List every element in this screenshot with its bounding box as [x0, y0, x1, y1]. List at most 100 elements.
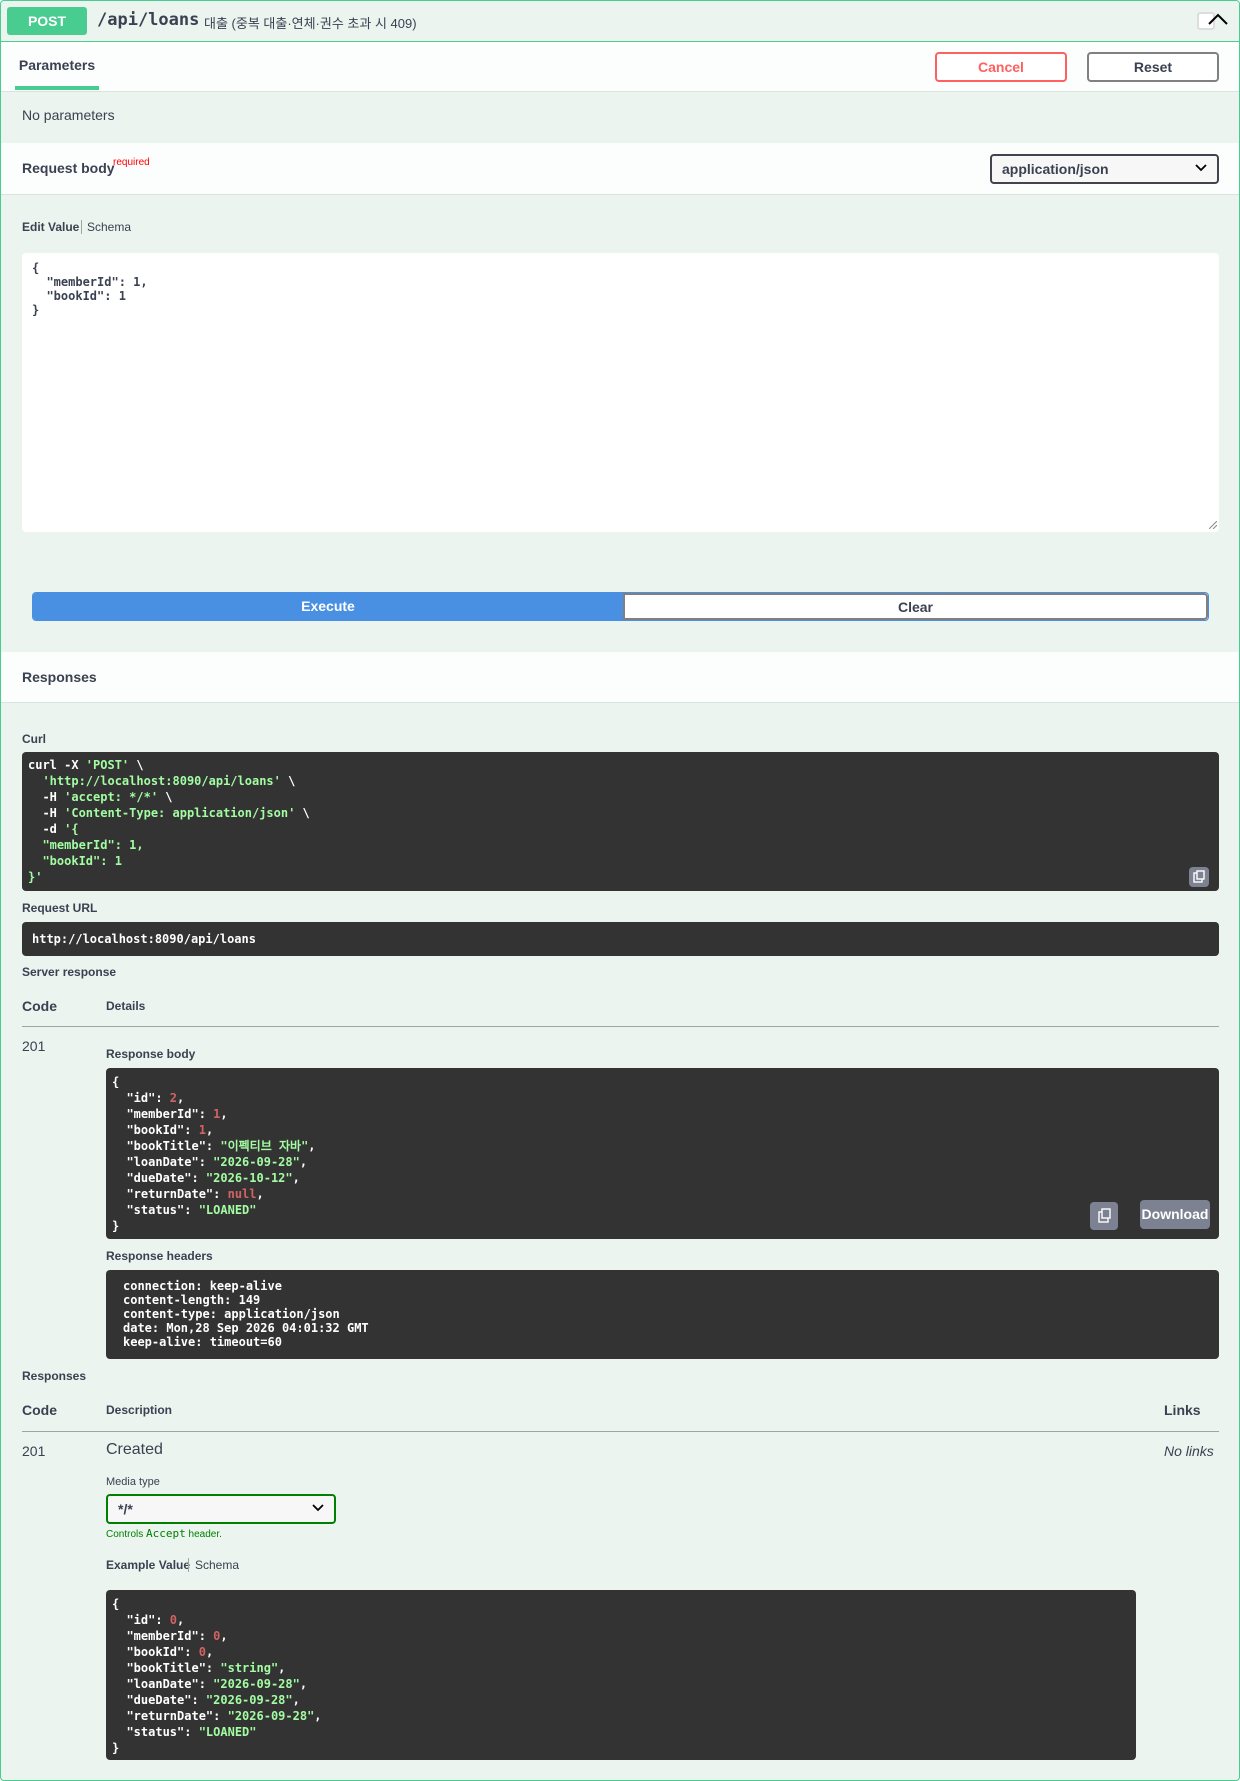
code-column-header: Code — [22, 1402, 57, 1418]
curl-line: -H 'accept: */*' \ — [28, 789, 1213, 805]
reset-button[interactable]: Reset — [1087, 52, 1219, 82]
json-value: "2026-09-28" — [205, 1693, 293, 1707]
table-divider — [22, 1431, 1219, 1432]
json-key: "memberId": — [112, 1107, 214, 1121]
json-key: "id": — [112, 1091, 170, 1105]
chevron-down-icon — [312, 1504, 324, 1512]
curl-line: "bookId": 1 — [28, 853, 1213, 869]
json-line: "loanDate": "2026-09-28", — [112, 1154, 1213, 1170]
curl-label: Curl — [22, 732, 46, 746]
endpoint-path: /api/loans — [97, 10, 200, 30]
json-line: "id": 0, — [112, 1612, 1130, 1628]
json-line: "memberId": 1, — [112, 1106, 1213, 1122]
operation-summary[interactable]: POST /api/loans 대출 (중복 대출·연체·권수 초과 시 409… — [1, 1, 1239, 42]
curl-tail: \ — [295, 806, 310, 820]
curl-tail: \ — [129, 758, 144, 772]
curl-string: 'accept: */*' — [64, 790, 159, 804]
clear-button[interactable]: Clear — [623, 593, 1208, 620]
curl-line: -d '{ — [28, 821, 1213, 837]
server-response-label: Server response — [22, 965, 117, 979]
response-header-line: content-type: application/json — [123, 1307, 340, 1321]
accept-note-code: Accept — [146, 1527, 186, 1540]
json-line: "returnDate": null, — [112, 1186, 1213, 1202]
resize-grip-icon[interactable] — [1209, 521, 1217, 529]
curl-tail: \ — [158, 790, 173, 804]
response-status-code: 201 — [22, 1038, 46, 1054]
json-brace: { — [112, 1075, 120, 1089]
response-description: Created — [106, 1441, 163, 1458]
response-headers[interactable]: connection: keep-alive content-length: 14… — [106, 1270, 1219, 1359]
operation-block: POST /api/loans 대출 (중복 대출·연체·권수 초과 시 409… — [0, 0, 1240, 1781]
tab-divider — [188, 1558, 189, 1572]
copy-icon[interactable] — [1090, 1202, 1118, 1230]
tab-schema[interactable]: Schema — [195, 1558, 239, 1572]
json-value: "LOANED" — [198, 1725, 257, 1739]
json-comma: , — [256, 1187, 264, 1201]
response-body[interactable]: { "id": 2, "memberId": 1, "bookId": 1, "… — [106, 1068, 1219, 1239]
json-comma: , — [205, 1123, 214, 1137]
response-headers-label: Response headers — [106, 1249, 213, 1263]
json-comma: , — [299, 1677, 308, 1691]
json-value: null — [227, 1187, 257, 1201]
example-value[interactable]: { "id": 0, "memberId": 0, "bookId": 0, "… — [106, 1590, 1136, 1760]
json-comma: , — [278, 1661, 286, 1675]
request-body-header: Request body required application/json — [1, 143, 1239, 195]
json-key: "dueDate": — [112, 1171, 206, 1185]
json-line: "loanDate": "2026-09-28", — [112, 1676, 1130, 1692]
copy-icon[interactable] — [1189, 867, 1209, 887]
method-badge: POST — [7, 7, 87, 35]
response-body-label: Response body — [106, 1047, 196, 1061]
curl-plain: -H — [28, 790, 65, 804]
json-key: "status": — [112, 1203, 199, 1217]
curl-tail: \ — [280, 774, 296, 788]
response-header-line: connection: keep-alive — [123, 1279, 282, 1293]
json-comma: , — [314, 1709, 322, 1723]
json-value: "이펙티브 자바" — [220, 1139, 309, 1153]
json-line: "bookId": 0, — [112, 1644, 1130, 1660]
curl-string: 'POST' — [85, 758, 130, 772]
links-column-header: Links — [1164, 1402, 1201, 1418]
no-parameters-text: No parameters — [22, 107, 115, 123]
tab-example-value[interactable]: Example Value — [106, 1558, 190, 1572]
request-url-label: Request URL — [22, 901, 98, 915]
curl-command[interactable]: curl -X 'POST' \ 'http://localhost:8090/… — [22, 752, 1219, 891]
execute-button[interactable]: Execute — [33, 593, 623, 620]
endpoint-description: 대출 (중복 대출·연체·권수 초과 시 409) — [204, 16, 417, 31]
tab-edit-value[interactable]: Edit Value — [22, 220, 79, 234]
json-value: "LOANED" — [198, 1203, 257, 1217]
json-line: "id": 2, — [112, 1090, 1213, 1106]
documented-responses-title: Responses — [22, 1369, 87, 1383]
request-url[interactable]: http://localhost:8090/api/loans — [22, 922, 1219, 956]
json-brace: { — [112, 1597, 120, 1611]
json-line: "bookId": 1, — [112, 1122, 1213, 1138]
json-line: "bookTitle": "string", — [112, 1660, 1130, 1676]
response-header-line: keep-alive: timeout=60 — [123, 1335, 282, 1349]
tab-parameters[interactable]: Parameters — [15, 42, 99, 90]
curl-line: -H 'Content-Type: application/json' \ — [28, 805, 1213, 821]
accept-header-note: Controls Accept header. — [106, 1527, 222, 1540]
download-button[interactable]: Download — [1140, 1200, 1210, 1229]
json-value: 0 — [169, 1613, 178, 1627]
media-type-select[interactable]: */* — [106, 1494, 336, 1524]
json-comma: , — [292, 1693, 300, 1707]
curl-string: '{ — [64, 822, 79, 836]
json-key: "returnDate": — [112, 1187, 228, 1201]
execute-wrapper: Execute Clear — [32, 592, 1209, 621]
json-comma: , — [205, 1645, 214, 1659]
chevron-up-icon[interactable] — [1205, 7, 1231, 33]
json-key: "loanDate": — [112, 1677, 214, 1691]
request-body-title: Request body — [22, 160, 115, 176]
json-comma: , — [308, 1139, 316, 1153]
cancel-button[interactable]: Cancel — [935, 52, 1067, 82]
tab-schema[interactable]: Schema — [87, 220, 131, 234]
request-body-editor[interactable]: { "memberId": 1, "bookId": 1 } — [22, 253, 1219, 532]
content-type-select[interactable]: application/json — [990, 154, 1219, 184]
chevron-down-icon — [1195, 164, 1207, 172]
table-divider — [22, 1026, 1219, 1027]
json-key: "loanDate": — [112, 1155, 214, 1169]
media-type-label: Media type — [106, 1476, 160, 1488]
json-value: 2 — [169, 1091, 178, 1105]
curl-line: "memberId": 1, — [28, 837, 1213, 853]
curl-line: 'http://localhost:8090/api/loans' \ — [28, 773, 1213, 789]
response-header-line: date: Mon,28 Sep 2026 04:01:32 GMT — [123, 1321, 369, 1335]
